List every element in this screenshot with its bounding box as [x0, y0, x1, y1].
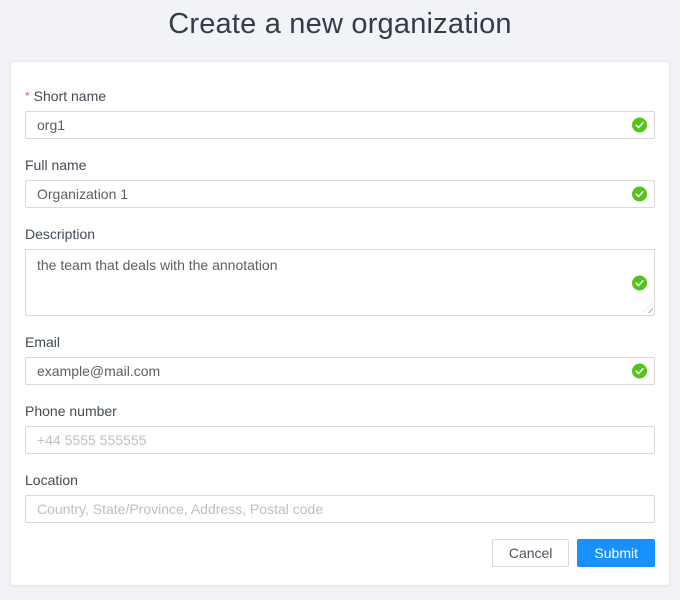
- email-field: Email: [25, 332, 655, 385]
- phone-number-label: Phone number: [25, 401, 655, 421]
- short-name-field: *Short name: [25, 86, 655, 139]
- email-label: Email: [25, 332, 655, 352]
- create-organization-form: *Short name Full name Description the te…: [10, 61, 670, 586]
- description-field: Description the team that deals with the…: [25, 224, 655, 316]
- short-name-input[interactable]: [25, 111, 655, 139]
- page-title: Create a new organization: [0, 8, 680, 41]
- required-asterisk: *: [25, 89, 30, 103]
- full-name-field: Full name: [25, 155, 655, 208]
- location-field: Location: [25, 470, 655, 523]
- short-name-label: *Short name: [25, 86, 655, 106]
- form-actions: Cancel Submit: [25, 539, 655, 567]
- description-label: Description: [25, 224, 655, 244]
- location-label: Location: [25, 470, 655, 490]
- full-name-input[interactable]: [25, 180, 655, 208]
- email-input[interactable]: [25, 357, 655, 385]
- full-name-label: Full name: [25, 155, 655, 175]
- phone-number-input[interactable]: [25, 426, 655, 454]
- submit-button[interactable]: Submit: [577, 539, 655, 567]
- phone-number-field: Phone number: [25, 401, 655, 454]
- description-textarea[interactable]: the team that deals with the annotation: [25, 249, 655, 316]
- location-input[interactable]: [25, 495, 655, 523]
- cancel-button[interactable]: Cancel: [492, 539, 570, 567]
